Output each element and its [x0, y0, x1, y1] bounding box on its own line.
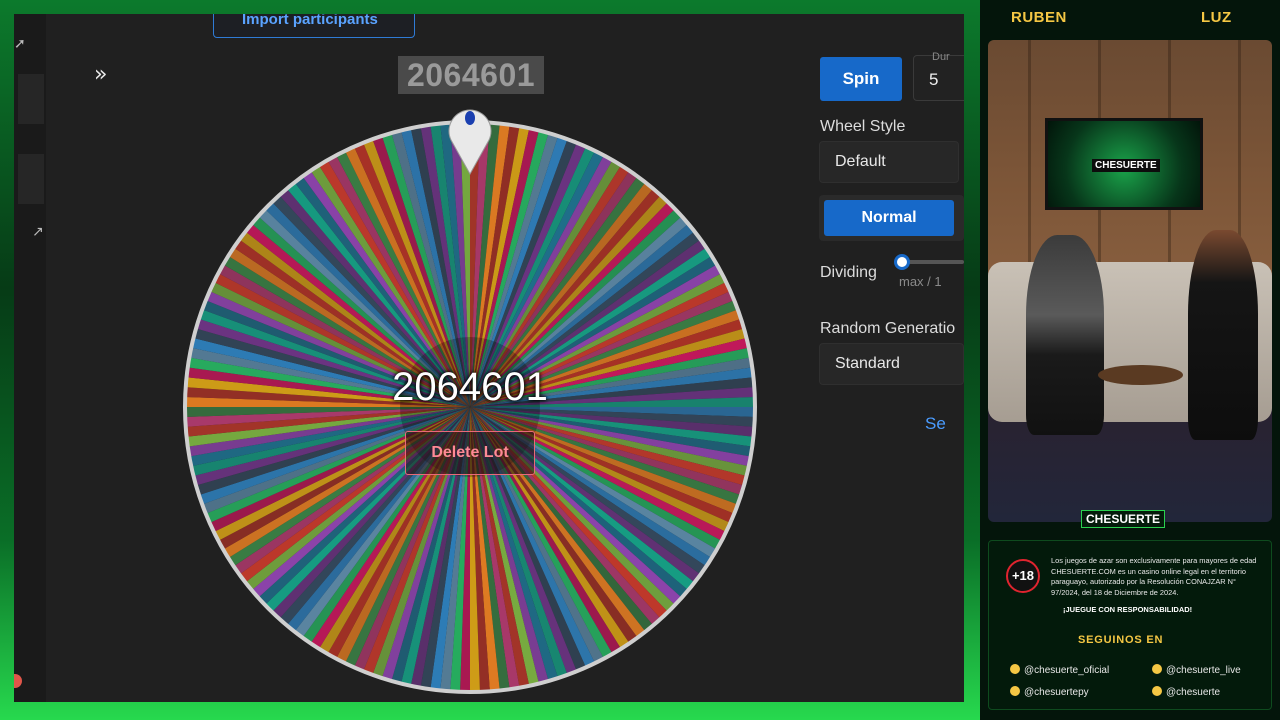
- brand-logo-tag: CHESUERTE: [1081, 510, 1166, 528]
- dividing-slider-track[interactable]: [904, 260, 964, 264]
- settings-link[interactable]: Se: [925, 414, 946, 434]
- instagram-icon: [1010, 664, 1020, 674]
- notification-dot: [14, 674, 22, 688]
- slider-max-text: max / 1: [899, 274, 942, 289]
- dividing-label: Dividing: [820, 264, 877, 281]
- host-name-left: RUBEN: [1011, 9, 1067, 26]
- duration-value: 5: [929, 70, 939, 89]
- wheel-app-window: ➚ ↗ Import participants » 2064601 206460…: [14, 14, 964, 702]
- social-handle: @chesuertepy: [1024, 687, 1089, 698]
- left-sidebar: ➚ ↗: [14, 14, 46, 702]
- social-facebook[interactable]: @chesuerte: [1152, 686, 1220, 698]
- host-name-right: LUZ: [1201, 9, 1232, 26]
- delete-lot-button[interactable]: Delete Lot: [405, 431, 535, 475]
- wheel-style-label: Wheel Style: [820, 118, 906, 135]
- age-badge: +18: [1006, 559, 1040, 593]
- cursor-icon: ➚: [14, 36, 26, 52]
- tv-screen: CHESUERTE: [1045, 118, 1203, 210]
- random-generation-label: Random Generatio: [820, 320, 956, 337]
- spin-button[interactable]: Spin: [820, 57, 902, 101]
- pointer-icon: [448, 109, 492, 176]
- normal-mode-button[interactable]: Normal: [824, 200, 954, 236]
- duration-input[interactable]: Dur 5: [913, 51, 964, 101]
- social-instagram-official[interactable]: @chesuerte_oficial: [1010, 664, 1109, 676]
- side-table: [1098, 365, 1183, 385]
- dividing-slider-thumb[interactable]: [894, 254, 910, 270]
- disclaimer-text: Los juegos de azar son exclusivamente pa…: [1051, 556, 1257, 597]
- wheel-title: 2064601: [398, 56, 544, 94]
- screen: ➚ ↗ Import participants » 2064601 206460…: [0, 0, 1280, 720]
- wheel-style-select[interactable]: Default: [819, 141, 959, 183]
- sidebar-item[interactable]: [18, 154, 44, 204]
- host-luz: [1188, 230, 1258, 440]
- instagram-icon: [1152, 664, 1162, 674]
- social-handle: @chesuerte: [1166, 687, 1221, 698]
- facebook-icon: [1152, 686, 1162, 696]
- social-instagram-live[interactable]: @chesuerte_live: [1152, 664, 1241, 676]
- wheel[interactable]: 2064601 Delete Lot: [180, 117, 760, 697]
- tv-logo: CHESUERTE: [1092, 159, 1160, 172]
- duration-label: Dur: [932, 51, 950, 63]
- follow-title: SEGUINOS EN: [1078, 634, 1164, 646]
- host-ruben: [1026, 235, 1104, 435]
- external-link-icon[interactable]: ↗: [32, 224, 44, 240]
- responsible-text: ¡JUEGUE CON RESPONSABILIDAD!: [1063, 605, 1193, 614]
- import-participants-button[interactable]: Import participants: [213, 14, 415, 38]
- social-handle: @chesuerte_live: [1166, 665, 1241, 676]
- expand-icon[interactable]: »: [94, 62, 107, 87]
- sidebar-item[interactable]: [18, 74, 44, 124]
- social-tiktok[interactable]: @chesuertepy: [1010, 686, 1089, 698]
- social-handle: @chesuerte_oficial: [1024, 665, 1110, 676]
- tiktok-icon: [1010, 686, 1020, 696]
- webcam-video: CHESUERTE: [988, 40, 1272, 522]
- wheel-center-value: 2064601: [392, 365, 548, 409]
- random-generation-select[interactable]: Standard: [819, 343, 964, 385]
